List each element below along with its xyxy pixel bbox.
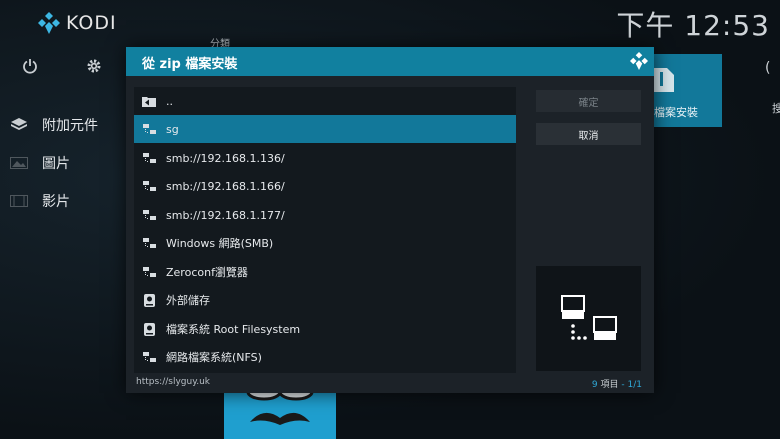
background-tile-search-icon: ( (765, 60, 771, 76)
power-icon[interactable] (20, 56, 40, 76)
dialog-header: 從 zip 檔案安裝 (126, 47, 654, 76)
item-count-number: 9 (591, 380, 598, 390)
list-item-parent[interactable]: .. (134, 87, 516, 115)
sidebar-item-label: 影片 (42, 194, 70, 210)
list-item-label: 檔案系統 Root Filesystem (166, 323, 301, 336)
sidebar-item-addons[interactable]: 附加元件 (10, 106, 98, 144)
network-icon (142, 236, 156, 250)
sidebar-menu: 附加元件 圖片 影片 (10, 106, 98, 220)
current-path: https://slyguy.uk (136, 377, 211, 387)
list-item[interactable]: Windows 網路(SMB) (134, 229, 516, 257)
sidebar-top-icons (20, 56, 104, 76)
drive-icon (142, 293, 156, 307)
ok-button[interactable]: 確定 (536, 90, 641, 112)
list-item[interactable]: smb://192.168.1.136/ (134, 144, 516, 172)
network-icon (142, 151, 156, 165)
network-icon (142, 208, 156, 222)
kodi-logo-icon (38, 12, 60, 34)
item-count-label: 項目 (600, 380, 619, 390)
background-tile-label: 檔案安裝 (654, 106, 698, 119)
list-item[interactable]: Zeroconf瀏覽器 (134, 258, 516, 286)
list-item[interactable]: sg (134, 115, 516, 143)
zip-file-icon (654, 68, 674, 92)
list-item-label: Windows 網路(SMB) (166, 237, 274, 250)
pictures-icon (10, 156, 28, 170)
network-icon (142, 350, 156, 364)
mustache-art (246, 392, 314, 425)
kodi-small-logo-icon (630, 52, 648, 74)
install-from-zip-dialog: 從 zip 檔案安裝 .. sg smb://192.168.1.136/ sm… (126, 47, 654, 393)
sidebar-item-label: 附加元件 (42, 118, 98, 134)
videos-icon (10, 194, 28, 208)
gear-icon[interactable] (84, 56, 104, 76)
background-artwork (224, 392, 336, 439)
list-item-label: Zeroconf瀏覽器 (166, 266, 248, 279)
sidebar-item-pictures[interactable]: 圖片 (10, 144, 98, 182)
drive-icon (142, 322, 156, 336)
sidebar-item-label: 圖片 (42, 156, 70, 172)
list-item[interactable]: smb://192.168.1.177/ (134, 201, 516, 229)
item-count-separator: - (621, 380, 625, 390)
list-item-label: 網路檔案系統(NFS) (166, 351, 262, 364)
dialog-title: 從 zip 檔案安裝 (142, 57, 238, 72)
source-list: .. sg smb://192.168.1.136/ smb://192.168… (134, 87, 516, 373)
network-icon (142, 265, 156, 279)
list-item[interactable]: smb://192.168.1.166/ (134, 172, 516, 200)
list-item[interactable]: 外部儲存 (134, 286, 516, 314)
network-computers-icon (561, 295, 617, 340)
list-item-label: smb://192.168.1.177/ (166, 208, 285, 222)
folder-back-icon (142, 94, 156, 108)
cancel-button[interactable]: 取消 (536, 123, 641, 145)
network-icon (142, 179, 156, 193)
list-item-label: .. (166, 94, 173, 108)
list-item-label: sg (166, 122, 179, 136)
addons-icon (10, 118, 28, 132)
logo-text: KODI (66, 12, 117, 34)
page-indicator: 1/1 (627, 380, 642, 390)
list-item[interactable]: 檔案系統 Root Filesystem (134, 315, 516, 343)
item-count: 9 項目 - 1/1 (592, 377, 642, 390)
list-item-label: smb://192.168.1.136/ (166, 151, 285, 165)
list-item[interactable]: 網路檔案系統(NFS) (134, 343, 516, 371)
network-preview (536, 266, 641, 371)
sidebar-item-videos[interactable]: 影片 (10, 182, 98, 220)
top-bar: KODI 下午 12:53 (0, 0, 780, 48)
clock: 下午 12:53 (616, 9, 770, 42)
kodi-logo: KODI (38, 12, 117, 34)
network-icon (142, 122, 156, 136)
list-item-label: smb://192.168.1.166/ (166, 179, 285, 193)
list-item-label: 外部儲存 (166, 294, 210, 307)
background-tile-search-label: 搜 (772, 102, 780, 115)
